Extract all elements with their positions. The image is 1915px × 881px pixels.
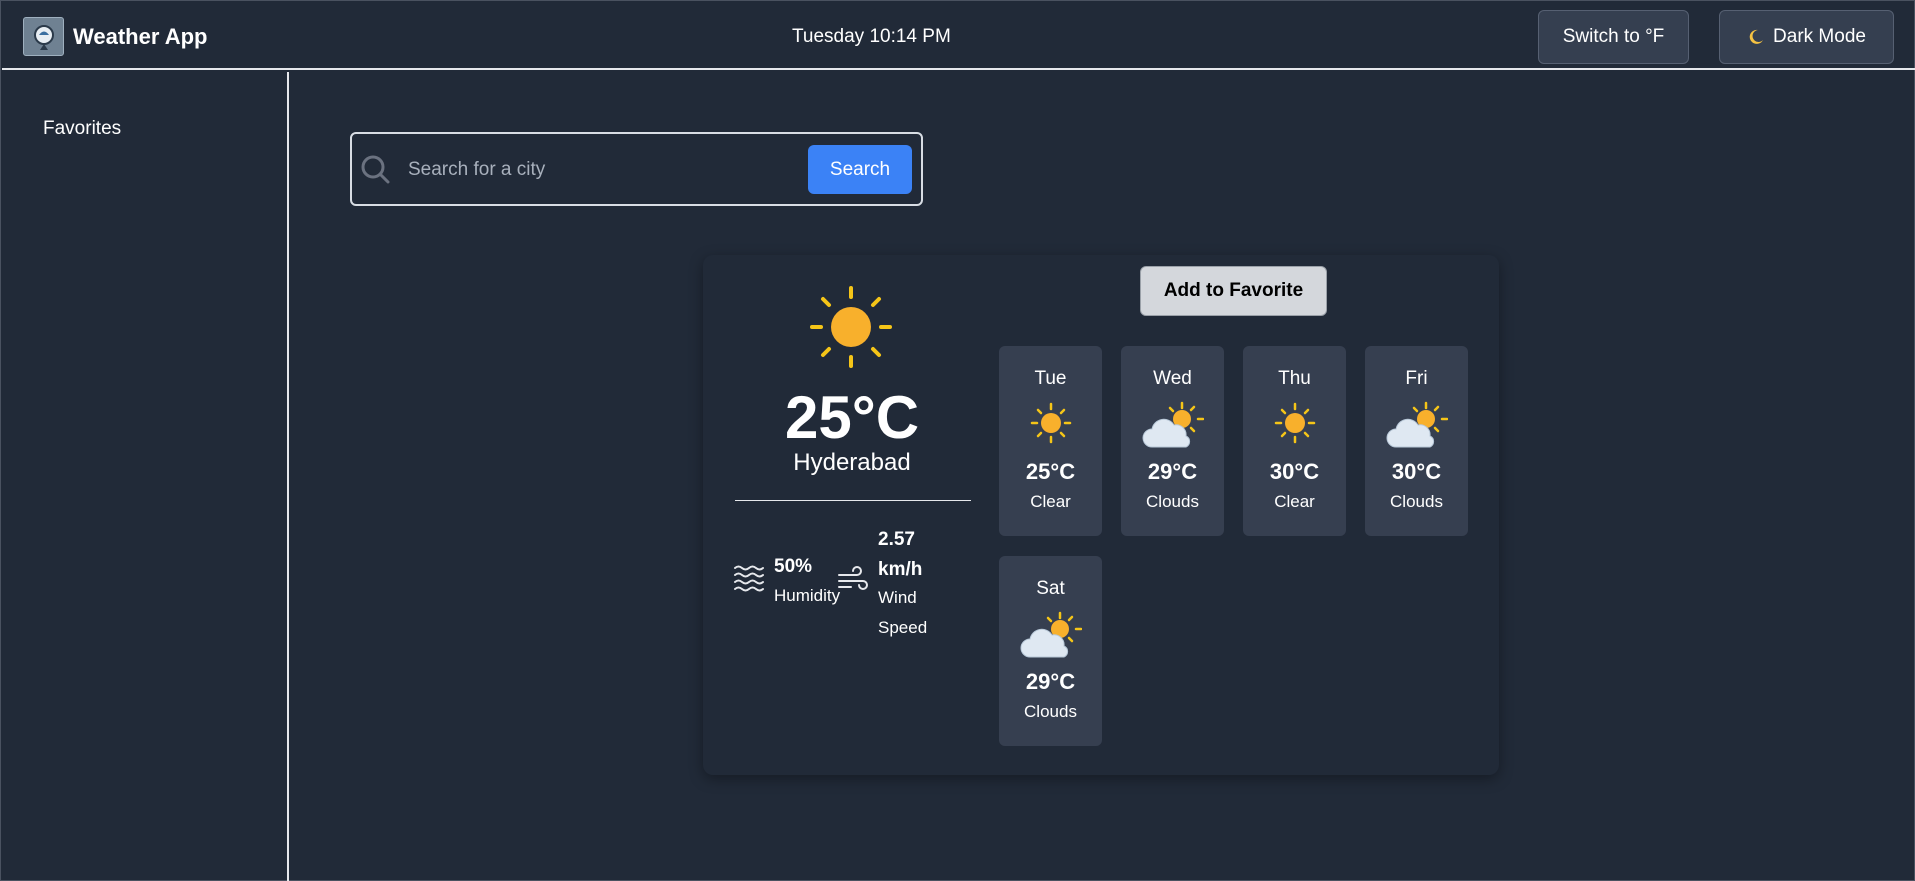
forecast-day-name: Fri	[1405, 368, 1428, 389]
partly-cloudy-icon	[999, 611, 1102, 661]
app-title: Weather App	[73, 24, 208, 49]
partly-cloudy-icon	[1365, 401, 1468, 451]
forecast-temperature: 30°C	[1391, 459, 1442, 484]
humidity-icon	[733, 563, 765, 600]
forecast-temperature: 30°C	[1269, 459, 1320, 484]
forecast-day: Wed 29°C Clouds	[1121, 346, 1224, 536]
humidity-value: 50%	[774, 556, 813, 577]
wind-icon	[837, 564, 869, 601]
forecast-day-name: Wed	[1153, 368, 1192, 389]
wind-speed-label: Wind Speed	[878, 588, 928, 637]
forecast-description: Clouds	[1390, 492, 1443, 511]
current-datetime: Tuesday 10:14 PM	[792, 26, 951, 47]
forecast-day-name: Thu	[1278, 368, 1311, 389]
search-input[interactable]	[408, 148, 788, 192]
weather-card: 25°C Hyderabad 50% Humidity 2.57 km/h Wi…	[703, 255, 1499, 775]
forecast-temperature: 29°C	[1025, 669, 1076, 694]
search-button[interactable]: Search	[808, 145, 912, 194]
humidity-label: Humidity	[774, 586, 841, 605]
divider	[735, 500, 971, 501]
sun-icon	[809, 285, 893, 374]
moon-icon	[1747, 28, 1765, 46]
forecast-day: Tue 25°C Clear	[999, 346, 1102, 536]
search-icon	[360, 154, 392, 191]
current-temperature: 25°C	[784, 384, 920, 451]
dark-mode-button[interactable]: Dark Mode	[1719, 10, 1894, 64]
dark-mode-label: Dark Mode	[1773, 26, 1866, 47]
forecast-day: Sat 29°C Clouds	[999, 556, 1102, 746]
favorites-title: Favorites	[43, 118, 122, 139]
search-bar: Search	[350, 132, 923, 206]
forecast-description: Clouds	[1024, 702, 1077, 721]
forecast-day-name: Tue	[1034, 368, 1067, 389]
add-to-favorite-button[interactable]: Add to Favorite	[1140, 266, 1327, 316]
partly-cloudy-icon	[1121, 401, 1224, 451]
sun-icon	[999, 401, 1102, 445]
app-logo-icon	[23, 17, 64, 56]
forecast-day-name: Sat	[1036, 578, 1065, 599]
app-window: Weather App Tuesday 10:14 PM Switch to °…	[0, 0, 1915, 881]
sun-icon	[1243, 401, 1346, 445]
unit-toggle-button[interactable]: Switch to °F	[1538, 10, 1689, 64]
forecast-temperature: 25°C	[1025, 459, 1076, 484]
wind-speed-value: 2.57 km/h	[878, 529, 923, 580]
forecast-day: Fri 30°C Clouds	[1365, 346, 1468, 536]
forecast-day: Thu 30°C Clear	[1243, 346, 1346, 536]
top-bar: Weather App Tuesday 10:14 PM Switch to °…	[2, 2, 1915, 70]
forecast-description: Clear	[1274, 492, 1315, 511]
city-name: Hyderabad	[793, 449, 911, 476]
forecast-temperature: 29°C	[1147, 459, 1198, 484]
forecast-description: Clouds	[1146, 492, 1199, 511]
sidebar: Favorites	[2, 72, 289, 881]
forecast-description: Clear	[1030, 492, 1071, 511]
